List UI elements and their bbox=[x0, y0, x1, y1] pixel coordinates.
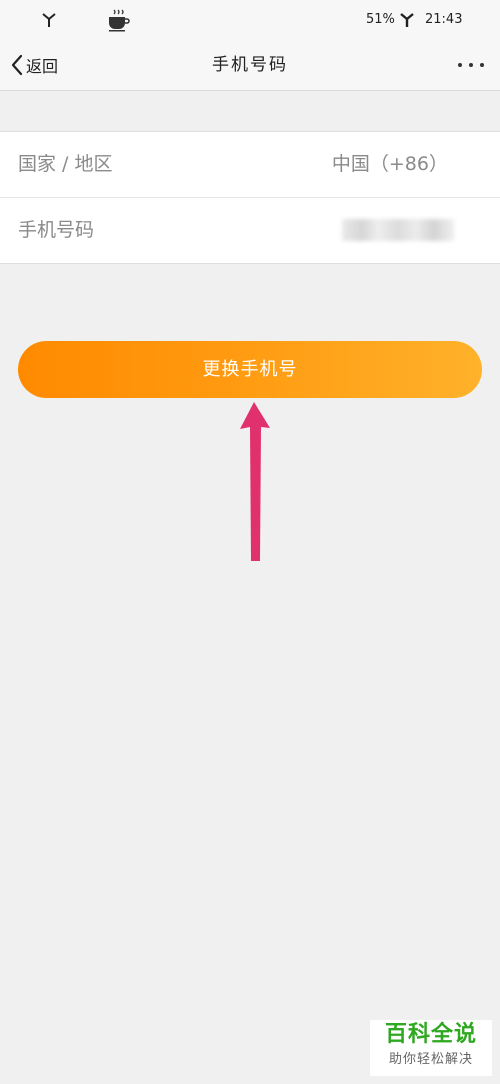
back-label: 返回 bbox=[26, 57, 59, 76]
watermark-logo: 百科全说 助你轻松解决 bbox=[370, 1020, 492, 1076]
phone-info-list: 国家 / 地区 中国（+86） 手机号码 bbox=[0, 131, 500, 264]
phone-number-value-redacted bbox=[342, 219, 454, 241]
arrow-up-icon bbox=[240, 402, 270, 561]
nav-bar: 手机号码 返回 bbox=[0, 40, 500, 91]
signal-icon bbox=[400, 13, 414, 27]
battery-level: 51% bbox=[366, 12, 395, 27]
status-bar: 51% 21:43 bbox=[0, 0, 500, 40]
watermark-title: 百科全说 bbox=[384, 1022, 477, 1047]
region-value: 中国（+86） bbox=[331, 153, 448, 175]
page-title: 手机号码 bbox=[212, 55, 288, 75]
region-row[interactable]: 国家 / 地区 中国（+86） bbox=[0, 132, 500, 197]
back-button[interactable]: 返回 bbox=[10, 52, 58, 78]
chevron-left-icon bbox=[11, 54, 23, 76]
phone-number-row: 手机号码 bbox=[0, 197, 500, 263]
change-phone-button[interactable]: 更换手机号 bbox=[18, 341, 482, 398]
watermark-subtitle: 助你轻松解决 bbox=[388, 1052, 473, 1067]
region-label: 国家 / 地区 bbox=[18, 153, 113, 175]
signal-icon bbox=[42, 13, 56, 27]
coffee-cup-icon bbox=[109, 9, 130, 32]
more-horizontal-icon[interactable] bbox=[456, 54, 486, 76]
status-time: 21:43 bbox=[425, 12, 463, 27]
phone-number-label: 手机号码 bbox=[18, 219, 95, 241]
